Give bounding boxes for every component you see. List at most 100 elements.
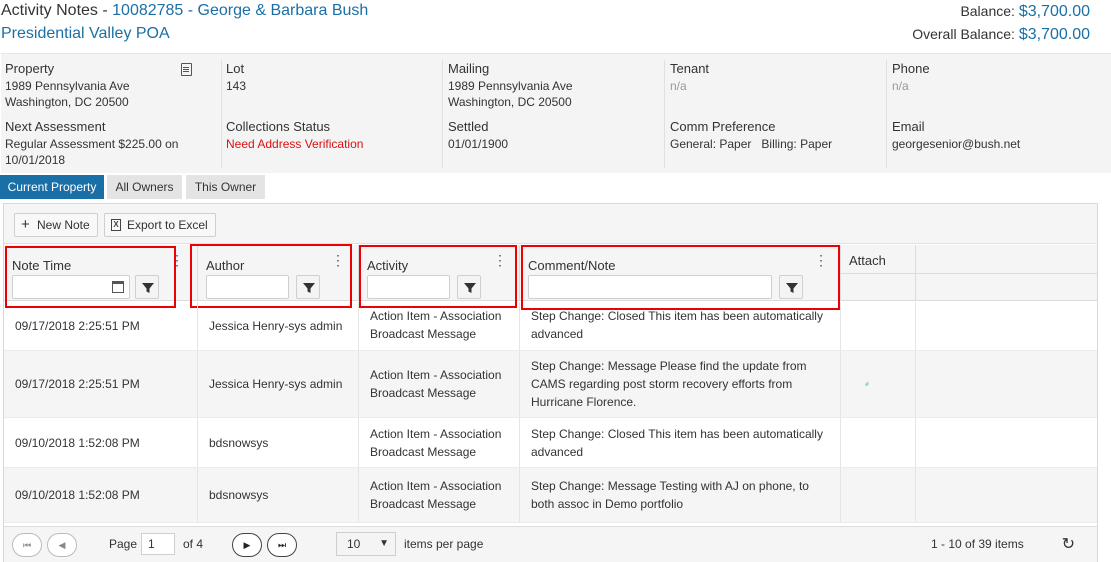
- balance-label: Balance:: [960, 3, 1019, 19]
- cell-activity: Action Item - Association Broadcast Messa…: [359, 468, 520, 522]
- next-page-button[interactable]: ▶: [232, 533, 262, 557]
- overall-balance: Overall Balance: $3,700.00: [912, 26, 1090, 44]
- mailing-info: Mailing 1989 Pennsylvania Ave Washington…: [448, 61, 573, 110]
- export-excel-button[interactable]: X Export to Excel: [104, 213, 216, 237]
- cell-comment: Step Change: Closed This item has been a…: [520, 302, 841, 350]
- collections-info: Collections Status Need Address Verifica…: [226, 119, 363, 152]
- author: Jessica Henry-sys admin: [209, 377, 343, 391]
- column-comment: Comment/Note ⋮: [520, 245, 841, 301]
- property-label: Property: [5, 61, 55, 76]
- document-icon[interactable]: [181, 63, 192, 76]
- activity-line: Broadcast Message: [370, 386, 477, 400]
- account-link[interactable]: 10082785 - George & Barbara Bush: [112, 2, 368, 19]
- table-row[interactable]: 09/10/2018 1:52:08 PM bdsnowsys Action I…: [4, 468, 1097, 523]
- grid-toolbar: + New Note X Export to Excel: [4, 204, 1097, 244]
- settled-value: 01/01/1900: [448, 137, 509, 151]
- comment-line: advanced: [531, 327, 584, 341]
- note-time-filter-button[interactable]: [135, 275, 159, 299]
- first-page-button[interactable]: ⏮: [12, 533, 42, 557]
- column-title-comment[interactable]: Comment/Note: [528, 258, 615, 273]
- filter-icon: [303, 283, 315, 293]
- excel-icon: X: [111, 219, 121, 231]
- comment-filter-input[interactable]: [528, 275, 772, 299]
- column-title-activity[interactable]: Activity: [367, 258, 408, 273]
- tab-this-owner[interactable]: This Owner: [186, 175, 265, 199]
- author-filter-input[interactable]: [206, 275, 289, 299]
- property-info: Property 1989 Pennsylvania Ave Washingto…: [5, 61, 130, 110]
- balance: Balance: $3,700.00: [960, 3, 1090, 21]
- lot-label: Lot: [226, 61, 245, 76]
- page-title: Activity Notes - 10082785 - George & Bar…: [1, 2, 368, 20]
- phone-value: n/a: [892, 79, 909, 93]
- filter-icon: [464, 283, 476, 293]
- column-menu-icon[interactable]: ⋮: [331, 253, 345, 267]
- next-assessment-label: Next Assessment: [5, 119, 106, 134]
- activity-line: Action Item - Association: [370, 479, 502, 493]
- cell-author: bdsnowsys: [198, 418, 359, 467]
- tab-all-owners[interactable]: All Owners: [107, 175, 182, 199]
- property-line1: 1989 Pennsylvania Ave: [5, 79, 130, 93]
- note-time: 09/10/2018 1:52:08 PM: [15, 488, 140, 502]
- refresh-icon[interactable]: ↻: [1062, 534, 1075, 554]
- tab-current-property[interactable]: Current Property: [0, 175, 104, 199]
- divider: [442, 60, 443, 168]
- filter-icon: [786, 283, 798, 293]
- email-info: Email georgesenior@bush.net: [892, 119, 1020, 152]
- new-note-button[interactable]: + New Note: [14, 213, 98, 237]
- mailing-label: Mailing: [448, 61, 490, 76]
- activity: Action Item - Association Broadcast Messa…: [359, 366, 509, 402]
- activity-filter-input[interactable]: [367, 275, 450, 299]
- cell-activity: Action Item - Association Broadcast Messa…: [359, 302, 520, 350]
- comm-preference-label: Comm Preference: [670, 119, 776, 134]
- comm-general: General: Paper: [670, 137, 752, 151]
- table-row[interactable]: 09/10/2018 1:52:08 PM bdsnowsys Action I…: [4, 418, 1097, 468]
- comment-line: both assoc in Demo portfolio: [531, 497, 684, 511]
- cell-activity: Action Item - Association Broadcast Messa…: [359, 351, 520, 417]
- cell-attach: [841, 351, 916, 417]
- calendar-icon[interactable]: [112, 281, 124, 293]
- email-value: georgesenior@bush.net: [892, 137, 1021, 151]
- cell-note-time: 09/10/2018 1:52:08 PM: [4, 468, 198, 522]
- column-menu-icon[interactable]: ⋮: [814, 253, 828, 267]
- settled-info: Settled 01/01/1900: [448, 119, 508, 152]
- column-menu-icon[interactable]: ⋮: [170, 253, 184, 267]
- items-per-page-label: items per page: [404, 537, 484, 551]
- column-title-attach[interactable]: Attach: [849, 253, 886, 268]
- next-assessment-line1: Regular Assessment $225.00 on: [5, 137, 179, 151]
- cell-author: Jessica Henry-sys admin: [198, 351, 359, 417]
- page-number-input[interactable]: 1: [141, 533, 175, 555]
- author-filter-button[interactable]: [296, 275, 320, 299]
- comment-line: CAMS regarding post storm recovery effor…: [531, 377, 793, 391]
- association-link[interactable]: Presidential Valley POA: [1, 25, 170, 43]
- divider: [664, 60, 665, 168]
- export-label: Export to Excel: [127, 218, 208, 232]
- last-page-button[interactable]: ⏭: [267, 533, 297, 557]
- comment-filter-button[interactable]: [779, 275, 803, 299]
- cell-comment: Step Change: Closed This item has been a…: [520, 418, 841, 467]
- table-row[interactable]: 09/17/2018 2:25:51 PM Jessica Henry-sys …: [4, 302, 1097, 351]
- table-row[interactable]: 09/17/2018 2:25:51 PM Jessica Henry-sys …: [4, 351, 1097, 418]
- plus-icon: +: [21, 216, 30, 233]
- items-per-page-value: 10: [347, 537, 361, 551]
- balance-amount: $3,700.00: [1018, 3, 1090, 20]
- pager: ⏮ ◀ Page 1 of 4 ▶ ⏭ 10 ▼ items per page …: [4, 526, 1097, 562]
- page-count: of 4: [183, 537, 204, 551]
- column-title-author[interactable]: Author: [206, 258, 244, 273]
- phone-label: Phone: [892, 61, 930, 76]
- activity: Action Item - Association Broadcast Messa…: [359, 307, 509, 343]
- column-menu-icon[interactable]: ⋮: [493, 253, 507, 267]
- activity-filter-button[interactable]: [457, 275, 481, 299]
- items-per-page-select[interactable]: 10 ▼: [336, 532, 396, 556]
- cell-author: Jessica Henry-sys admin: [198, 302, 359, 350]
- column-title-note-time[interactable]: Note Time: [12, 258, 71, 273]
- note-time-filter-input[interactable]: [12, 275, 130, 299]
- prev-page-button[interactable]: ◀: [47, 533, 77, 557]
- collections-status[interactable]: Need Address Verification: [226, 136, 363, 152]
- pager-summary: 1 - 10 of 39 items: [931, 537, 1024, 551]
- page-header: Activity Notes - 10082785 - George & Bar…: [0, 0, 1111, 52]
- column-activity: Activity ⋮: [359, 245, 520, 301]
- comment: Step Change: Message Testing with AJ on …: [520, 477, 817, 513]
- tenant-info: Tenant n/a: [670, 61, 709, 94]
- comment: Step Change: Closed This item has been a…: [520, 307, 831, 343]
- paperclip-icon[interactable]: [853, 376, 869, 392]
